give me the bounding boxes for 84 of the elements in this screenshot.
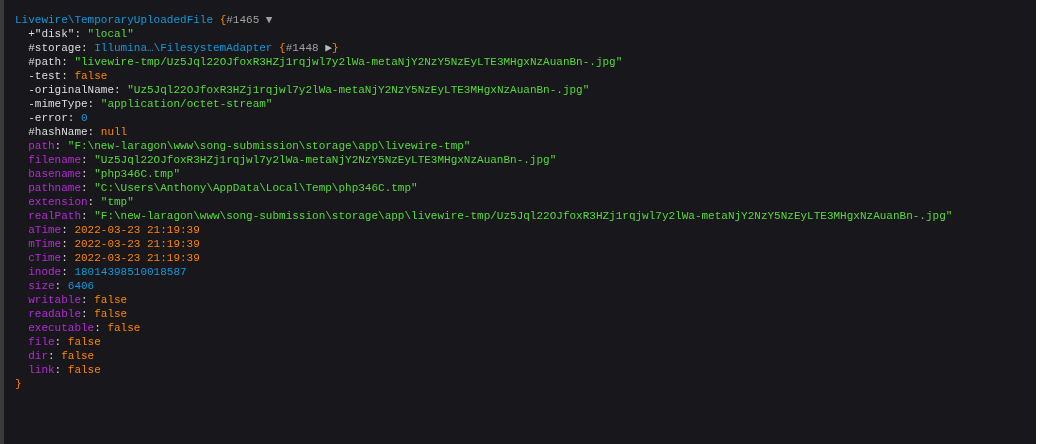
colon: : [87, 97, 95, 111]
colon: : [61, 251, 68, 265]
property-value: "Uz5Jql22OJfoxR3HZj1rqjwl7y2lWa-metaNjY2NzY5NzEyLTE3MHgxNzAuanBn-.jpg" [94, 153, 557, 167]
property-name: -mimeType [28, 97, 88, 111]
property-value: 18014398510018587 [74, 265, 187, 279]
class-name: Livewire\TemporaryUploadedFile [15, 13, 214, 27]
property-name: size [28, 279, 55, 293]
property-name: realPath [28, 209, 81, 223]
property-value: "F:\new-laragon\www\song-submission\storage\app\livewire-tmp" [67, 139, 471, 153]
colon: : [61, 223, 68, 237]
colon: : [81, 307, 88, 321]
property-value: 2022-03-23 21:19:39 [74, 237, 200, 251]
property-value: "F:\new-laragon\www\song-submission\storage\app\livewire-tmp/Uz5Jql22OJfoxR3HZj1rqjwl7y2lWa-metaNjY2NzY5NzEyLTE3MHgxNzAuanBn-.jpg" [94, 209, 953, 223]
colon: : [81, 153, 88, 167]
property-value: "Uz5Jql22OJfoxR3HZj1rqjwl7y2lWa-metaNjY2NzY5NzEyLTE3MHgxNzAuanBn-.jpg" [127, 83, 590, 97]
property-value: "local" [87, 27, 134, 41]
colon: : [114, 83, 121, 97]
property-value: 2022-03-23 21:19:39 [74, 251, 200, 265]
property-name: #hashName [28, 125, 88, 139]
property-name: inode [28, 265, 62, 279]
colon: : [87, 195, 95, 209]
property-name: extension [28, 195, 88, 209]
property-name: cTime [28, 251, 62, 265]
property-name: basename [28, 167, 81, 181]
colon: : [87, 125, 95, 139]
property-value: false [74, 69, 108, 83]
colon: : [48, 349, 55, 363]
colon: : [81, 209, 88, 223]
property-name: mTime [28, 237, 62, 251]
property-value: false [67, 363, 101, 377]
property-name: dir [28, 349, 48, 363]
property-name: #storage [28, 41, 81, 55]
colon: : [81, 181, 88, 195]
property-name: aTime [28, 223, 62, 237]
close-brace: } [331, 41, 339, 55]
property-value: false [67, 335, 101, 349]
expand-toggle[interactable]: ▶ [325, 41, 332, 55]
property-name: file [28, 335, 55, 349]
colon: : [61, 69, 68, 83]
property-value: "php346C.tmp" [94, 167, 181, 181]
colon: : [54, 335, 62, 349]
colon: : [54, 139, 62, 153]
property-name: filename [28, 153, 81, 167]
colon: : [54, 279, 62, 293]
open-brace: { [219, 13, 227, 27]
property-name: -error [28, 111, 68, 125]
property-value: false [94, 307, 128, 321]
property-name: path [28, 139, 55, 153]
property-name: executable [28, 321, 95, 335]
property-value: "C:\Users\Anthony\AppData\Local\Temp\php346C.tmp" [94, 181, 418, 195]
colon: : [61, 55, 68, 69]
open-brace: { [279, 41, 286, 55]
colon: : [61, 237, 68, 251]
property-name: #path [28, 55, 62, 69]
close-brace: } [15, 377, 22, 391]
colon: : [94, 321, 101, 335]
property-value: null [100, 125, 128, 139]
property-value: "application/octet-stream" [100, 97, 273, 111]
colon: : [74, 27, 81, 41]
colon: : [81, 167, 88, 181]
property-name: -test [28, 69, 62, 83]
colon: : [61, 265, 68, 279]
property-value: "tmp" [100, 195, 134, 209]
colon: : [81, 293, 88, 307]
property-value: "livewire-tmp/Uz5Jql22OJfoxR3HZj1rqjwl7y2lWa-metaNjY2NzY5NzEyLTE3MHgxNzAuanBn-.jpg" [74, 55, 623, 69]
collapse-toggle[interactable]: ▼ [265, 13, 273, 27]
property-name: +"disk" [28, 27, 75, 41]
property-value: 0 [81, 111, 88, 125]
property-name: readable [28, 307, 81, 321]
property-name: pathname [28, 181, 81, 195]
property-value: false [61, 349, 95, 363]
property-value: 2022-03-23 21:19:39 [74, 223, 200, 237]
class-name: Illumina…\FilesystemAdapter [94, 41, 273, 55]
object-id: #1465 [226, 13, 260, 27]
property-name: -originalName [28, 83, 114, 97]
property-name: writable [28, 293, 81, 307]
property-value: 6406 [67, 279, 95, 293]
colon: : [67, 111, 75, 125]
colon: : [81, 41, 88, 55]
object-id: #1448 [285, 41, 319, 55]
colon: : [54, 363, 62, 377]
property-name: link [28, 363, 55, 377]
property-value: false [94, 293, 128, 307]
property-value: false [107, 321, 141, 335]
